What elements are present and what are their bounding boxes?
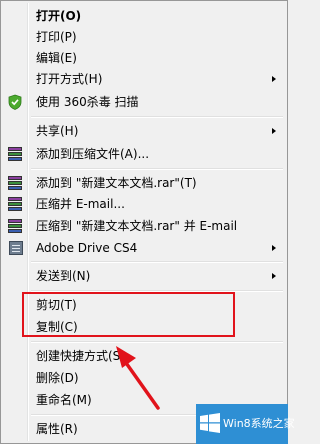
watermark-text: Win8系统之家: [223, 417, 295, 430]
annotation-arrow-icon: [116, 346, 160, 410]
windows-logo-icon: [200, 413, 220, 433]
watermark: Win8系统之家: [196, 404, 295, 444]
